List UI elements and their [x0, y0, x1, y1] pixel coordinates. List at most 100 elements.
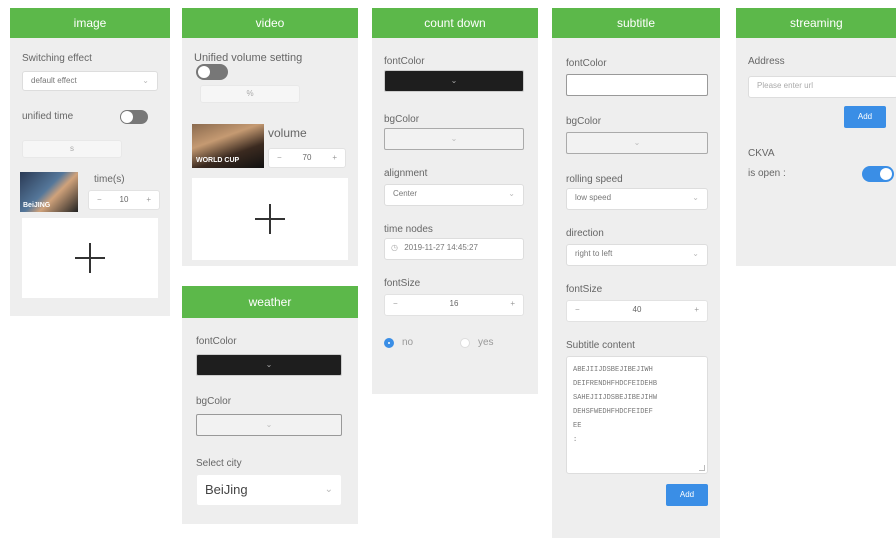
- radio-no[interactable]: [384, 338, 394, 348]
- countdown-bg-color-picker[interactable]: ⌄: [384, 128, 524, 150]
- subtitle-line: EE: [573, 422, 582, 430]
- toggle-knob: [880, 168, 892, 180]
- weather-font-color-picker[interactable]: ⌄: [196, 354, 342, 376]
- countdown-font-color-label: fontColor: [384, 56, 425, 67]
- video-thumbnail-caption: WORLD CUP: [196, 157, 240, 164]
- address-label: Address: [748, 56, 785, 67]
- radio-no-label: no: [402, 337, 414, 348]
- video-panel-header: video: [182, 8, 358, 38]
- toggle-knob: [121, 111, 133, 123]
- subtitle-content-label: Subtitle content: [566, 340, 635, 351]
- volume-input[interactable]: %: [200, 85, 300, 103]
- plus-icon[interactable]: +: [510, 299, 515, 308]
- streaming-add-button[interactable]: Add: [844, 106, 886, 128]
- city-value: BeiJing: [205, 482, 248, 497]
- subtitle-line: SAHEJIIJDSBEJIBEJIHW: [573, 394, 658, 402]
- chevron-down-icon: ⌄: [692, 249, 699, 258]
- subtitle-bg-color-picker[interactable]: ⌄: [566, 132, 708, 154]
- time-nodes-value: 2019-11-27 14:45:27: [404, 243, 478, 252]
- plus-icon[interactable]: +: [332, 153, 337, 162]
- streaming-panel: streaming Address Please enter url Add C…: [736, 8, 896, 266]
- subtitle-panel-header: subtitle: [552, 8, 720, 38]
- countdown-font-size-stepper[interactable]: − 16 +: [384, 294, 524, 316]
- add-video-area[interactable]: [192, 178, 348, 260]
- time-seconds-label: time(s): [94, 174, 125, 185]
- unified-volume-toggle[interactable]: [196, 64, 228, 80]
- switching-effect-label: Switching effect: [22, 53, 92, 64]
- alignment-value: Center: [393, 189, 418, 198]
- rolling-speed-label: rolling speed: [566, 174, 623, 185]
- unified-time-label: unified time: [22, 111, 74, 122]
- resize-handle-icon[interactable]: [699, 465, 705, 471]
- toggle-knob: [198, 66, 210, 78]
- chevron-down-icon: ⌄: [265, 420, 273, 429]
- subtitle-line: ABEJIIJDSBEJIBEJIWH: [573, 366, 653, 374]
- video-panel: video Unified volume setting % WORLD CUP…: [182, 8, 358, 266]
- chevron-down-icon: ⌄: [265, 360, 273, 369]
- is-open-toggle[interactable]: [862, 166, 894, 182]
- subtitle-content-textarea[interactable]: ABEJIIJDSBEJIBEJIWH DEIFRENDHFHDCFEIDEHB…: [566, 356, 708, 474]
- alignment-select[interactable]: Center ⌄: [384, 184, 524, 206]
- chevron-down-icon: ⌄: [633, 138, 641, 147]
- direction-value: right to left: [575, 249, 613, 258]
- switching-effect-select[interactable]: default effect ⌄: [22, 71, 158, 91]
- video-thumbnail: WORLD CUP: [192, 124, 264, 168]
- weather-font-color-label: fontColor: [196, 336, 237, 347]
- countdown-bg-color-label: bgColor: [384, 114, 420, 125]
- switching-effect-value: default effect: [31, 76, 77, 85]
- rolling-speed-value: low speed: [575, 193, 612, 202]
- radio-yes-label: yes: [478, 337, 494, 348]
- volume-label: volume: [268, 126, 307, 140]
- chevron-down-icon: ⌄: [142, 76, 149, 85]
- time-nodes-label: time nodes: [384, 224, 433, 235]
- weather-panel: weather fontColor ⌄ bgColor ⌄ Select cit…: [182, 286, 358, 524]
- image-panel-header: image: [10, 8, 170, 38]
- chevron-down-icon: ⌄: [450, 76, 458, 85]
- rolling-speed-select[interactable]: low speed ⌄: [566, 188, 708, 210]
- subtitle-font-size-value: 40: [632, 305, 642, 314]
- countdown-font-size-value: 16: [449, 299, 459, 308]
- city-select[interactable]: BeiJing ⌄: [196, 474, 342, 506]
- direction-label: direction: [566, 228, 604, 239]
- weather-bg-color-label: bgColor: [196, 396, 232, 407]
- plus-icon[interactable]: +: [694, 305, 699, 314]
- address-placeholder: Please enter url: [757, 81, 814, 90]
- is-open-label: is open :: [748, 168, 786, 179]
- countdown-panel-header: count down: [372, 8, 538, 38]
- subtitle-font-size-label: fontSize: [566, 284, 603, 295]
- countdown-panel: count down fontColor ⌄ bgColor ⌄ alignme…: [372, 8, 538, 394]
- direction-select[interactable]: right to left ⌄: [566, 244, 708, 266]
- ckva-label: CKVA: [748, 148, 775, 159]
- time-stepper[interactable]: − 10 +: [88, 190, 160, 210]
- thumbnail-caption: BeiJING: [23, 202, 51, 209]
- select-city-label: Select city: [196, 458, 242, 469]
- weather-bg-color-picker[interactable]: ⌄: [196, 414, 342, 436]
- volume-stepper[interactable]: − 70 +: [268, 148, 346, 168]
- clock-icon: ◷: [391, 243, 398, 252]
- subtitle-line: DEHSFWEDHFHDCFEIDEF: [573, 408, 653, 416]
- countdown-font-size-label: fontSize: [384, 278, 421, 289]
- radio-yes[interactable]: [460, 338, 470, 348]
- subtitle-font-color-picker[interactable]: [566, 74, 708, 96]
- image-panel: image Switching effect default effect ⌄ …: [10, 8, 170, 316]
- subtitle-font-color-label: fontColor: [566, 58, 607, 69]
- countdown-font-color-picker[interactable]: ⌄: [384, 70, 524, 92]
- subtitle-font-size-stepper[interactable]: − 40 +: [566, 300, 708, 322]
- unified-time-input[interactable]: s: [22, 140, 122, 158]
- add-image-area[interactable]: [22, 218, 158, 298]
- weather-panel-header: weather: [182, 286, 358, 318]
- subtitle-add-button[interactable]: Add: [666, 484, 708, 506]
- chevron-down-icon: ⌄: [692, 193, 699, 202]
- radio-dot: [388, 342, 390, 344]
- unified-time-toggle[interactable]: [120, 110, 148, 124]
- unified-volume-label: Unified volume setting: [194, 52, 303, 64]
- time-nodes-input[interactable]: ◷ 2019-11-27 14:45:27: [384, 238, 524, 260]
- alignment-label: alignment: [384, 168, 428, 179]
- subtitle-line: DEIFRENDHFHDCFEIDEHB: [573, 380, 658, 388]
- address-input[interactable]: Please enter url: [748, 76, 896, 98]
- plus-icon[interactable]: +: [146, 195, 151, 204]
- subtitle-panel: subtitle fontColor bgColor ⌄ rolling spe…: [552, 8, 720, 538]
- subtitle-bg-color-label: bgColor: [566, 116, 602, 127]
- chevron-down-icon: ⌄: [324, 484, 333, 495]
- image-thumbnail: BeiJING: [20, 172, 78, 212]
